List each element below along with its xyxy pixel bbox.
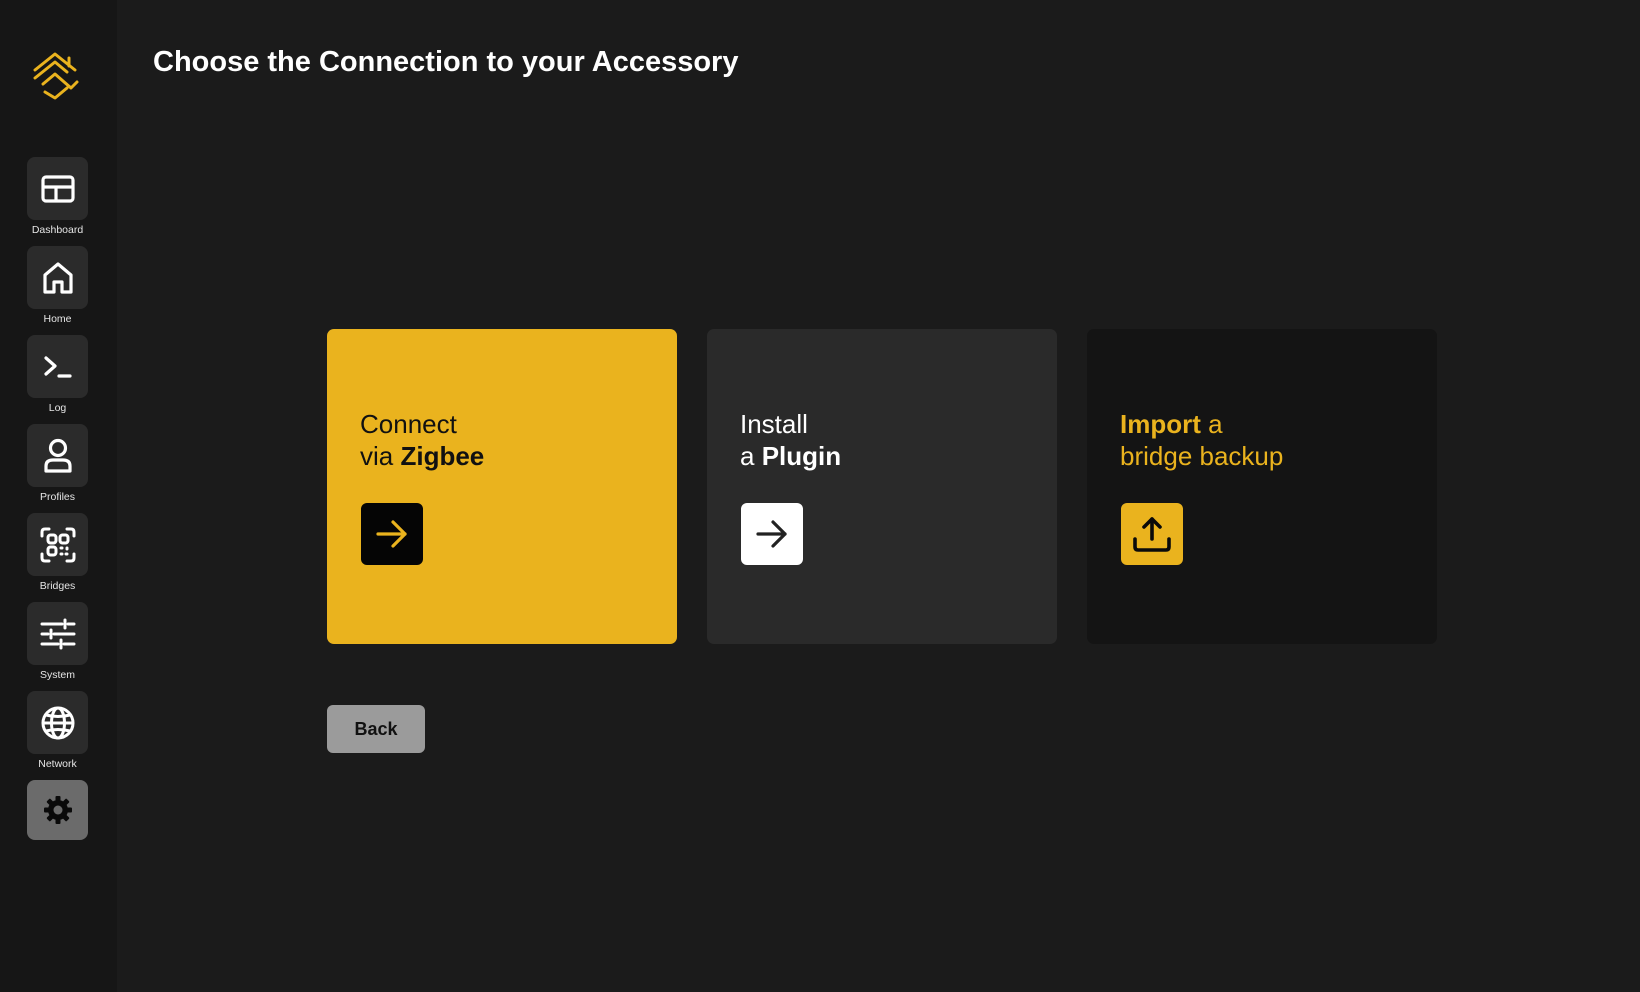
sliders-icon bbox=[27, 602, 88, 665]
card-title-line1: Connect bbox=[360, 409, 457, 439]
arrow-right-icon bbox=[756, 520, 787, 548]
dashboard-icon bbox=[27, 157, 88, 220]
gear-icon bbox=[27, 780, 88, 840]
sidebar-item-label: System bbox=[39, 669, 75, 681]
card-title: Connect via Zigbee bbox=[360, 408, 484, 472]
sidebar-item-label: Bridges bbox=[39, 580, 76, 592]
house-chevron-logo-icon[interactable] bbox=[31, 50, 83, 100]
sidebar-item-label: Home bbox=[43, 313, 72, 325]
card-title-line1: Install bbox=[740, 409, 808, 439]
sidebar: Dashboard Home Log Profiles Bridges Syst… bbox=[0, 0, 117, 992]
sidebar-item-profiles[interactable]: Profiles bbox=[27, 424, 88, 503]
sidebar-item-dashboard[interactable]: Dashboard bbox=[27, 157, 88, 236]
card-title-bold: Plugin bbox=[761, 441, 842, 471]
install-plugin-card[interactable]: Install a Plugin bbox=[707, 329, 1057, 644]
sidebar-item-label: Dashboard bbox=[31, 224, 84, 236]
card-title-bold: Import bbox=[1120, 409, 1201, 439]
bridges-scan-icon bbox=[27, 513, 88, 576]
import-backup-card[interactable]: Import a bridge backup bbox=[1087, 329, 1437, 644]
card-title-line1: Import a bbox=[1120, 408, 1283, 440]
card-title-line2: bridge backup bbox=[1120, 441, 1284, 471]
connect-zigbee-card[interactable]: Connect via Zigbee bbox=[327, 329, 677, 644]
upload-icon bbox=[1133, 517, 1171, 552]
sidebar-item-system[interactable]: System bbox=[27, 602, 88, 681]
sidebar-item-home[interactable]: Home bbox=[27, 246, 88, 325]
terminal-icon bbox=[27, 335, 88, 398]
card-title-prefix: via bbox=[360, 441, 401, 471]
app-window: Dashboard Home Log Profiles Bridges Syst… bbox=[0, 0, 1640, 992]
arrow-right-icon bbox=[376, 520, 407, 548]
page-title: Choose the Connection to your Accessory bbox=[153, 46, 739, 78]
card-title-bold: Zigbee bbox=[400, 441, 485, 471]
sidebar-item-log[interactable]: Log bbox=[27, 335, 88, 414]
sidebar-item-label: Profiles bbox=[39, 491, 75, 503]
card-title: Import a bridge backup bbox=[1120, 408, 1283, 472]
import-backup-button[interactable] bbox=[1121, 503, 1183, 565]
card-title-suffix: a bbox=[1200, 409, 1223, 439]
sidebar-item-label: Log bbox=[48, 402, 67, 414]
card-title-prefix: a bbox=[740, 441, 762, 471]
card-title-line2: a Plugin bbox=[740, 440, 841, 472]
card-title-line2: via Zigbee bbox=[360, 440, 484, 472]
sidebar-item-label: Network bbox=[38, 758, 77, 770]
card-title: Install a Plugin bbox=[740, 408, 841, 472]
sidebar-item-bridges[interactable]: Bridges bbox=[27, 513, 88, 592]
globe-icon bbox=[27, 691, 88, 754]
back-button[interactable]: Back bbox=[327, 705, 425, 753]
home-icon bbox=[27, 246, 88, 309]
connect-zigbee-button[interactable] bbox=[361, 503, 423, 565]
settings-button[interactable] bbox=[27, 780, 88, 840]
install-plugin-button[interactable] bbox=[741, 503, 803, 565]
sidebar-item-network[interactable]: Network bbox=[27, 691, 88, 770]
user-icon bbox=[27, 424, 88, 487]
